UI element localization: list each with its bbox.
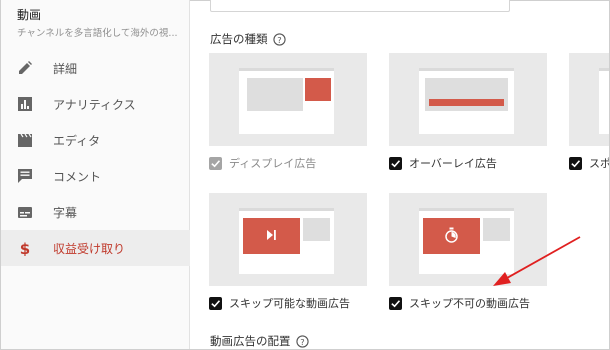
sponsored-card xyxy=(569,53,609,146)
display-ad-checkbox[interactable] xyxy=(209,156,222,170)
non-skippable-video-label: スキップ不可の動画広告 xyxy=(409,297,530,310)
non-skippable-video-checkbox[interactable] xyxy=(389,296,402,310)
sidebar-item-subtitles[interactable]: 字幕 xyxy=(1,194,190,230)
sidebar-item-label: 詳細 xyxy=(53,61,78,76)
check-icon xyxy=(391,299,401,307)
sidebar-item-editor[interactable]: エディタ xyxy=(1,122,190,158)
overlay-ad-label: オーバーレイ広告 xyxy=(409,157,497,170)
display-ad-option[interactable]: ディスプレイ広告 xyxy=(209,155,316,171)
non-skippable-video-option[interactable]: スキップ不可の動画広告 xyxy=(389,295,530,311)
skippable-video-checkbox[interactable] xyxy=(209,296,222,310)
text-field[interactable] xyxy=(210,0,510,12)
overlay-ad-card xyxy=(389,53,547,146)
sponsored-label: スポ xyxy=(589,157,609,170)
sidebar-item-label: エディタ xyxy=(53,133,101,148)
subtitles-icon xyxy=(18,207,32,218)
display-ad-preview xyxy=(239,68,334,134)
svg-text:?: ? xyxy=(277,34,281,44)
ad-placement-heading: 動画広告の配置 ? xyxy=(210,333,309,349)
ad-types-heading: 広告の種類 ? xyxy=(210,31,286,47)
sidebar-item-monetization[interactable]: $ 収益受け取り xyxy=(1,230,190,266)
sidebar-item-label: 字幕 xyxy=(53,205,78,220)
overlay-ad-preview xyxy=(419,68,514,134)
overlay-ad-option[interactable]: オーバーレイ広告 xyxy=(389,155,497,171)
help-icon[interactable]: ? xyxy=(295,334,309,348)
non-skippable-video-card xyxy=(389,193,547,286)
check-icon xyxy=(211,159,221,167)
skippable-video-preview xyxy=(239,208,334,274)
sponsored-option[interactable]: スポ xyxy=(569,155,609,171)
skippable-video-label: スキップ可能な動画広告 xyxy=(229,297,350,310)
sidebar-item-label: コメント xyxy=(53,169,102,184)
sidebar-item-analytics[interactable]: アナリティクス xyxy=(1,86,190,122)
sidebar-item-label: 収益受け取り xyxy=(53,241,126,256)
pencil-icon xyxy=(19,61,32,74)
ad-types-heading-text: 広告の種類 xyxy=(210,32,268,46)
svg-text:?: ? xyxy=(300,336,304,346)
ad-placement-heading-text: 動画広告の配置 xyxy=(210,334,291,348)
main-content: 広告の種類 ? ディスプレイ広告 オーバーレイ広告 スポ スキップ可能な動画広告… xyxy=(191,0,609,349)
check-icon xyxy=(391,159,401,167)
stopwatch-icon xyxy=(445,227,458,243)
non-skippable-video-preview xyxy=(419,208,514,274)
svg-text:$: $ xyxy=(20,240,30,256)
display-ad-label: ディスプレイ広告 xyxy=(229,157,317,170)
sidebar-item-details[interactable]: 詳細 xyxy=(1,50,190,86)
check-icon xyxy=(571,159,581,167)
sponsored-checkbox[interactable] xyxy=(569,156,582,170)
sidebar-title: 動画 xyxy=(17,8,42,22)
sidebar-item-comments[interactable]: コメント xyxy=(1,158,190,194)
sidebar: 動画 チャンネルを多言語化して海外の視... 詳細 アナリティクス エディタ コ… xyxy=(1,0,190,349)
overlay-ad-checkbox[interactable] xyxy=(389,156,402,170)
dollar-icon: $ xyxy=(20,240,30,256)
help-icon[interactable]: ? xyxy=(272,32,286,46)
sponsored-preview xyxy=(599,68,609,134)
skip-icon xyxy=(267,230,276,240)
clapperboard-icon xyxy=(18,133,32,147)
comment-icon xyxy=(18,169,32,183)
display-ad-card xyxy=(209,53,367,146)
skippable-video-card xyxy=(209,193,367,286)
sidebar-subtitle: チャンネルを多言語化して海外の視... xyxy=(17,28,178,39)
check-icon xyxy=(211,299,221,307)
bar-chart-icon xyxy=(18,97,32,111)
sidebar-item-label: アナリティクス xyxy=(53,97,136,112)
skippable-video-option[interactable]: スキップ可能な動画広告 xyxy=(209,295,350,311)
